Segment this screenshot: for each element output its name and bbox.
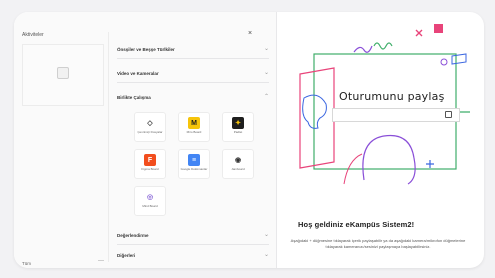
plus-mark xyxy=(426,160,434,168)
section-assessment[interactable]: Değerlendirme ⌄ xyxy=(117,230,269,245)
footer-separator: — xyxy=(98,258,104,264)
person-drawing xyxy=(362,134,416,185)
copy-icon[interactable] xyxy=(445,111,452,118)
tool-tile[interactable]: ✦ Padlet xyxy=(222,112,254,142)
panel-divider xyxy=(108,32,109,262)
section-others[interactable]: Diğerleri ⌄ xyxy=(117,250,269,264)
shapes-icon: ◇ xyxy=(147,120,153,127)
section-label: Birlikte Çalışma xyxy=(117,95,151,100)
tool-tile[interactable]: F Figma Board xyxy=(134,149,166,179)
tool-tile[interactable]: ◇ Çevrimiçi Dosyalar xyxy=(134,112,166,142)
tool-tile[interactable]: M Miro Board xyxy=(178,112,210,142)
panel-title: Aktiviteler xyxy=(22,32,44,38)
x-mark xyxy=(415,29,423,37)
tool-tile[interactable]: ◎ Mind Board xyxy=(134,186,166,216)
close-panel-button[interactable]: × xyxy=(248,30,252,37)
section-collaboration[interactable]: Birlikte Çalışma ⌃ xyxy=(117,92,269,106)
section-label: Değerlendirme xyxy=(117,233,149,238)
chevron-up-icon: ⌃ xyxy=(263,94,269,100)
padlet-icon: ✦ xyxy=(232,117,244,129)
chevron-down-icon: ⌄ xyxy=(263,232,269,238)
jamboard-icon: ◉ xyxy=(234,157,242,164)
tool-label: Çevrimiçi Dosyalar xyxy=(137,130,163,134)
circle-mark xyxy=(440,58,448,66)
figma-icon: F xyxy=(144,154,156,166)
flag-drawing xyxy=(451,53,467,65)
tool-label: Jamboard xyxy=(231,167,245,171)
main-card: Aktiviteler × Önsşiler ve Beşşe Türlkile… xyxy=(14,12,484,268)
tool-label: Figma Board xyxy=(141,167,159,171)
pink-square xyxy=(434,24,443,33)
chevron-down-icon: ⌄ xyxy=(263,252,269,258)
wave-drawing xyxy=(373,42,393,50)
welcome-description: Aşağıdaki + düğmesine tıklayarak içerik … xyxy=(290,238,466,249)
share-link-field[interactable] xyxy=(332,108,460,122)
welcome-title: Hoş geldiniz eKampüs Sistem2! xyxy=(298,220,415,229)
tool-label: Google Dokümanlar xyxy=(180,167,208,171)
tool-label: Mind Board xyxy=(142,204,158,208)
placeholder-image-icon xyxy=(57,67,69,79)
section-label: Video ve Kameralar xyxy=(117,71,159,76)
scribble-drawing xyxy=(353,45,373,53)
miro-icon: M xyxy=(188,117,200,129)
tool-label: Miro Board xyxy=(186,130,202,134)
tool-label: Padlet xyxy=(233,130,243,134)
activity-panel: Aktiviteler × Önsşiler ve Beşşe Türlkile… xyxy=(14,12,277,268)
section-label: Önsşiler ve Beşşe Türlkiler xyxy=(117,47,175,52)
tool-tile[interactable]: ◉ Jamboard xyxy=(222,149,254,179)
docs-icon: ≡ xyxy=(188,154,200,166)
footer-label: Tüm xyxy=(22,261,31,266)
tool-tile[interactable]: ≡ Google Dokümanlar xyxy=(178,149,210,179)
chevron-down-icon: ⌄ xyxy=(263,70,269,76)
chevron-down-icon: ⌄ xyxy=(263,46,269,52)
mind-board-icon: ◎ xyxy=(146,194,154,201)
share-session-title: Oturumunu paylaş xyxy=(339,90,445,103)
activity-preview xyxy=(22,44,104,106)
section-video-camera[interactable]: Video ve Kameralar ⌄ xyxy=(117,68,269,83)
section-announcements[interactable]: Önsşiler ve Beşşe Türlkiler ⌄ xyxy=(117,44,269,59)
section-label: Diğerleri xyxy=(117,253,136,258)
